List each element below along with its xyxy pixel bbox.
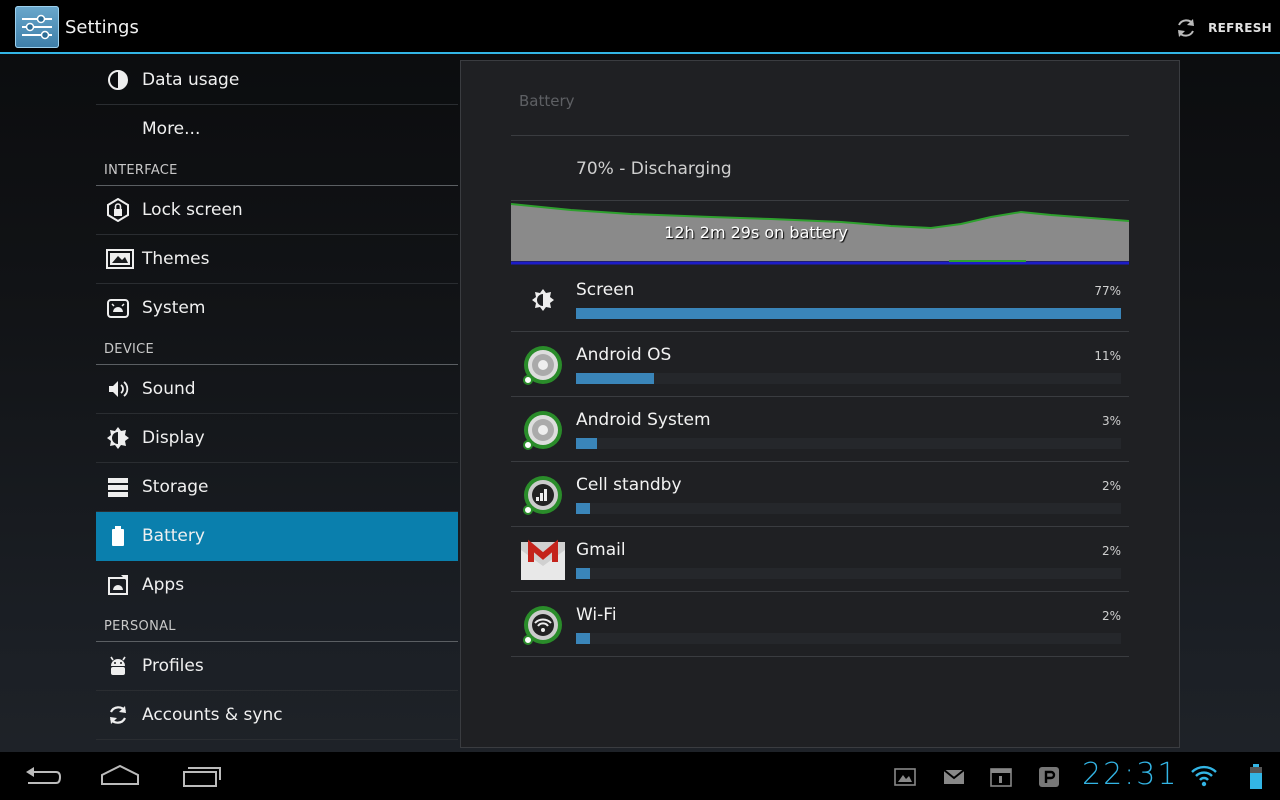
usage-name: Gmail xyxy=(576,540,626,560)
usage-percent: 2% xyxy=(1101,609,1121,623)
storage-icon xyxy=(106,475,130,499)
system-nav-bar: 22:31 xyxy=(0,752,1280,800)
sidebar-item-system[interactable]: System xyxy=(96,284,458,332)
battery-usage-row[interactable]: Cell standby 2% xyxy=(511,461,1129,527)
usage-percent: 3% xyxy=(1101,414,1121,428)
usage-bar-fill xyxy=(576,308,1121,319)
screen: Settings REFRESH Data usage More... INTE… xyxy=(0,0,1280,800)
pie-chart-icon xyxy=(106,68,130,92)
usage-bar-track xyxy=(576,503,1121,514)
usage-name: Android System xyxy=(576,410,711,430)
battery-usage-row[interactable]: Gmail 2% xyxy=(511,526,1129,592)
battery-usage-row[interactable]: Android OS 11% xyxy=(511,331,1129,397)
sidebar-item-partial[interactable] xyxy=(96,740,458,752)
back-icon xyxy=(26,767,62,784)
usage-percent: 11% xyxy=(1094,349,1121,363)
recent-apps-icon xyxy=(183,767,221,787)
sidebar-item-sound[interactable]: Sound xyxy=(96,365,458,414)
status-clock[interactable]: 22:31 xyxy=(1082,757,1178,792)
sync-icon xyxy=(106,703,130,727)
battery-usage-row[interactable]: Wi-Fi 2% xyxy=(511,591,1129,657)
usage-percent: 2% xyxy=(1101,479,1121,493)
section-header-device: DEVICE xyxy=(96,332,458,365)
profile-icon xyxy=(106,654,130,678)
battery-usage-row[interactable]: Screen 77% xyxy=(511,266,1129,332)
panel-title: Battery xyxy=(519,92,575,110)
wifi-icon[interactable] xyxy=(1191,764,1217,788)
sidebar-item-data-usage[interactable]: Data usage xyxy=(96,56,458,105)
sidebar-item-profiles[interactable]: Profiles xyxy=(96,642,458,691)
battery-status: 70% - Discharging xyxy=(576,159,732,179)
usage-name: Android OS xyxy=(576,345,672,365)
refresh-icon xyxy=(1178,19,1195,37)
section-header-interface: INTERFACE xyxy=(96,153,458,186)
recent-apps-button[interactable] xyxy=(170,760,230,792)
android-system-icon xyxy=(519,406,567,454)
usage-percent: 77% xyxy=(1094,284,1121,298)
signal-icon xyxy=(519,471,567,519)
wifi-icon xyxy=(519,601,567,649)
usage-bar-track xyxy=(576,438,1121,449)
usage-percent: 2% xyxy=(1101,544,1121,558)
sidebar-item-lock-screen[interactable]: Lock screen xyxy=(96,186,458,235)
image-icon xyxy=(106,247,134,271)
android-os-icon xyxy=(519,341,567,389)
usage-name: Wi-Fi xyxy=(576,605,617,625)
app-title: Settings xyxy=(65,17,139,38)
usage-bar-fill xyxy=(576,568,590,579)
gmail-notification-icon[interactable] xyxy=(943,766,965,788)
sidebar-item-display[interactable]: Display xyxy=(96,414,458,463)
usage-bar-fill xyxy=(576,633,590,644)
lock-icon xyxy=(106,197,130,223)
usage-bar-track xyxy=(576,568,1121,579)
graph-duration-label: 12h 2m 29s on battery xyxy=(664,223,848,242)
settings-app-icon[interactable] xyxy=(15,6,59,48)
android-icon xyxy=(106,296,130,320)
battery-panel: Battery 70% - Discharging 12h 2m 29s on … xyxy=(460,60,1180,748)
apps-icon xyxy=(106,573,130,597)
usage-bar-track xyxy=(576,308,1121,319)
settings-sidebar[interactable]: Data usage More... INTERFACE Lock screen… xyxy=(96,56,458,752)
divider xyxy=(511,135,1129,136)
sidebar-item-themes[interactable]: Themes xyxy=(96,235,458,284)
sidebar-item-battery[interactable]: Battery xyxy=(96,512,458,561)
sidebar-item-accounts-sync[interactable]: Accounts & sync xyxy=(96,691,458,740)
usage-bar-track xyxy=(576,373,1121,384)
usage-name: Screen xyxy=(576,280,635,300)
calendar-notification-icon[interactable] xyxy=(990,766,1012,788)
usage-bar-fill xyxy=(576,503,590,514)
usage-bar-fill xyxy=(576,373,654,384)
screenshot-notification-icon[interactable] xyxy=(894,766,916,788)
battery-history-graph[interactable]: 12h 2m 29s on battery xyxy=(510,201,1130,266)
back-button[interactable] xyxy=(12,760,72,792)
brightness-icon xyxy=(519,276,567,324)
refresh-button[interactable]: REFRESH xyxy=(1174,12,1272,44)
action-bar: Settings REFRESH xyxy=(0,0,1280,54)
battery-usage-row[interactable]: Android System 3% xyxy=(511,396,1129,462)
brightness-icon xyxy=(106,426,130,450)
usage-name: Cell standby xyxy=(576,475,682,495)
home-button[interactable] xyxy=(90,760,150,792)
section-header-personal: PERSONAL xyxy=(96,609,458,642)
battery-icon xyxy=(106,524,130,548)
sidebar-item-apps[interactable]: Apps xyxy=(96,561,458,609)
battery-status-icon[interactable] xyxy=(1249,764,1263,790)
gmail-icon xyxy=(519,536,567,584)
speaker-icon xyxy=(106,377,130,401)
p-app-notification-icon[interactable] xyxy=(1038,766,1060,788)
usage-bar-track xyxy=(576,633,1121,644)
sidebar-item-more[interactable]: More... xyxy=(96,105,458,153)
sidebar-item-storage[interactable]: Storage xyxy=(96,463,458,512)
refresh-label: REFRESH xyxy=(1208,21,1272,35)
usage-bar-fill xyxy=(576,438,597,449)
home-icon xyxy=(101,764,139,785)
